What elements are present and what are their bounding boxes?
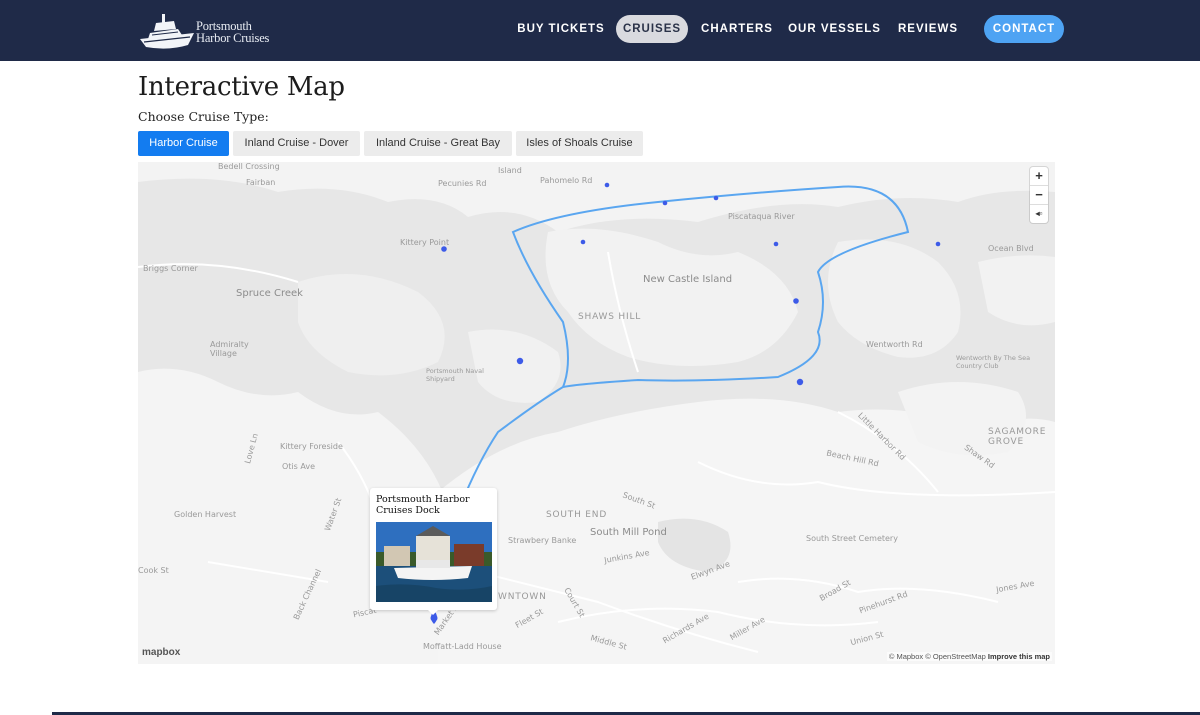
zoom-in-button[interactable]: +	[1030, 167, 1048, 186]
map-label: Admiralty Village	[210, 340, 249, 358]
dock-popup[interactable]: Portsmouth Harbor Cruises Dock	[370, 488, 497, 610]
map-label: SAGAMORE GROVE	[988, 427, 1047, 447]
mapbox-logo[interactable]: mapbox	[142, 647, 180, 658]
dock-photo	[376, 522, 492, 602]
map-label: Kittery Foreside	[280, 442, 343, 451]
tab-harbor-cruise[interactable]: Harbor Cruise	[138, 131, 229, 156]
map-label: Moffatt-Ladd House	[423, 642, 502, 651]
map-label: Spruce Creek	[236, 288, 303, 299]
map-zoom-controls: + − ◂▫	[1030, 167, 1048, 223]
nav-our-vessels[interactable]: OUR VESSELS	[786, 15, 883, 43]
map-label: Wentworth Rd	[866, 340, 923, 349]
map-label: Portsmouth Naval Shipyard	[426, 367, 484, 383]
logo-line-2: Harbor Cruises	[196, 31, 270, 45]
map-label: Ocean Blvd	[988, 244, 1034, 253]
nav-cruises[interactable]: CRUISES	[616, 15, 688, 43]
map-label: Pecunies Rd	[438, 179, 487, 188]
nav-buy-tickets[interactable]: BUY TICKETS	[516, 15, 606, 43]
site-logo[interactable]: Portsmouth Harbor Cruises	[138, 7, 278, 53]
improve-map-link[interactable]: Improve this map	[988, 652, 1050, 661]
map-label: Island	[498, 166, 522, 175]
map-label: Briggs Corner	[143, 264, 198, 273]
map-label: Pahomelo Rd	[540, 176, 593, 185]
map-basemap[interactable]	[138, 162, 1055, 664]
top-navigation-bar: Portsmouth Harbor Cruises BUY TICKETS CR…	[0, 0, 1200, 61]
map-label: SOUTH END	[546, 510, 608, 520]
attribution-text: © Mapbox © OpenStreetMap	[888, 652, 986, 661]
cruise-type-label: Choose Cruise Type:	[138, 109, 269, 124]
map-label: SHAWS HILL	[578, 312, 642, 322]
nav-contact-button[interactable]: CONTACT	[984, 15, 1064, 43]
logo-wordmark: Portsmouth Harbor Cruises	[196, 20, 270, 45]
nav-reviews[interactable]: REVIEWS	[893, 15, 963, 43]
map-label: Cook St	[138, 566, 169, 575]
map-label: Otis Ave	[282, 462, 316, 471]
zoom-out-button[interactable]: −	[1030, 186, 1048, 205]
map-label: Kittery Point	[400, 238, 450, 247]
map-label: WNTOWN	[498, 592, 547, 602]
tab-inland-cruise-great-bay[interactable]: Inland Cruise - Great Bay	[364, 131, 512, 156]
map-label: New Castle Island	[643, 274, 733, 285]
map-label: Wentworth By The Sea Country Club	[956, 354, 1031, 370]
popup-pointer	[427, 609, 439, 615]
map-label: Fairban	[246, 178, 276, 187]
map-label: Strawbery Banke	[508, 536, 577, 545]
page-title: Interactive Map	[138, 72, 345, 102]
map-label: South Street Cemetery	[806, 534, 898, 543]
nav-charters[interactable]: CHARTERS	[698, 15, 776, 43]
boat-logo-icon	[140, 14, 194, 49]
popup-title: Portsmouth Harbor Cruises Dock	[376, 494, 470, 516]
tab-isles-of-shoals-cruise[interactable]: Isles of Shoals Cruise	[516, 131, 643, 156]
map-label: South Mill Pond	[590, 527, 667, 538]
map-label: Piscataqua River	[728, 212, 795, 221]
interactive-map[interactable]: Bedell Crossing Fairban Pecunies Rd Isla…	[138, 162, 1055, 664]
tab-inland-cruise-dover[interactable]: Inland Cruise - Dover	[233, 131, 360, 156]
map-label: Bedell Crossing	[218, 162, 280, 171]
compass-reset-button[interactable]: ◂▫	[1030, 205, 1048, 223]
map-label: Golden Harvest	[174, 510, 237, 519]
map-attribution: © Mapbox © OpenStreetMap Improve this ma…	[886, 652, 1052, 661]
